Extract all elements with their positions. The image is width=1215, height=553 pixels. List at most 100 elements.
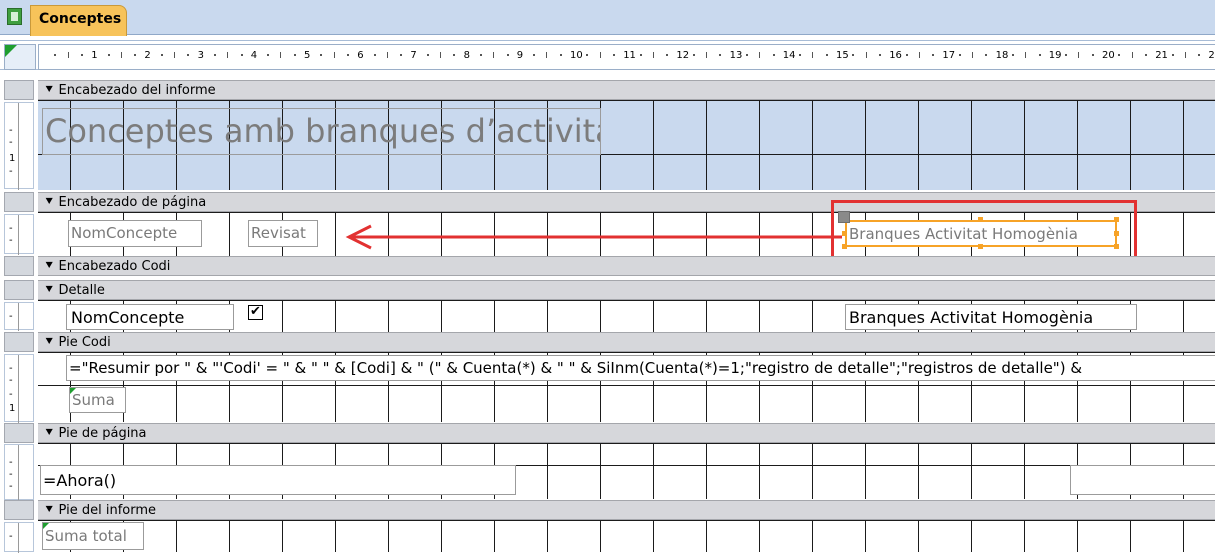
ruler-number: 19 bbox=[1048, 50, 1062, 61]
nomconcepte-header-label[interactable]: NomConcepte bbox=[68, 220, 202, 247]
revisat-header-label[interactable]: Revisat bbox=[248, 220, 318, 247]
report-title-label[interactable]: Conceptes amb branques d’activitat bbox=[42, 108, 601, 155]
branques-header-label[interactable]: Branques Activitat Homogènia bbox=[845, 220, 1117, 247]
grid-line bbox=[38, 352, 1215, 353]
ruler-number: 20 bbox=[1102, 50, 1115, 61]
ruler-tick bbox=[267, 54, 270, 56]
ruler-tick bbox=[426, 54, 429, 56]
ruler-tick bbox=[479, 54, 482, 56]
section-selector-page-footer[interactable] bbox=[4, 423, 34, 443]
ruler-tick bbox=[878, 54, 881, 56]
ruler-tick bbox=[333, 52, 335, 58]
resize-handle[interactable] bbox=[978, 244, 983, 249]
ruler-tick bbox=[586, 54, 589, 56]
resize-handle[interactable] bbox=[1114, 217, 1119, 222]
section-bar-detail[interactable]: ⯆ Detalle bbox=[38, 280, 1215, 300]
ruler-tick bbox=[160, 54, 163, 56]
ruler-tick bbox=[533, 54, 536, 56]
section-label-detail: ⯆ Detalle bbox=[44, 283, 105, 298]
ruler-tick bbox=[1118, 54, 1121, 56]
ruler-tick bbox=[546, 52, 548, 58]
ruler-number: 3 bbox=[197, 50, 204, 61]
resize-handle[interactable] bbox=[842, 244, 847, 249]
section-bar-report-footer[interactable]: ⯆ Pie del informe bbox=[38, 500, 1215, 520]
ruler-tick bbox=[293, 54, 296, 56]
ruler-tick bbox=[1025, 52, 1027, 58]
ruler-tick bbox=[120, 52, 122, 58]
ruler-number: 11 bbox=[623, 50, 636, 61]
nomconcepte-field[interactable]: NomConcepte bbox=[66, 304, 234, 330]
ruler-tick bbox=[54, 54, 57, 56]
page-number-field[interactable] bbox=[1070, 465, 1215, 495]
section-selector-detail[interactable] bbox=[4, 280, 34, 300]
grid-line bbox=[38, 520, 1215, 521]
ruler-tick bbox=[320, 54, 323, 56]
section-bar-report-header[interactable]: ⯆ Encabezado del informe bbox=[38, 80, 1215, 100]
move-handle[interactable] bbox=[838, 211, 850, 223]
section-bar-group-header[interactable]: ⯆ Encabezado Codi bbox=[38, 256, 1215, 276]
section-selector-report-footer[interactable] bbox=[4, 500, 34, 520]
ruler-number: 18 bbox=[995, 50, 1009, 61]
section-selector-group-header[interactable] bbox=[4, 256, 34, 276]
section-selector-group-footer[interactable] bbox=[4, 332, 34, 352]
ruler-number: 10 bbox=[570, 50, 583, 61]
ruler-tick bbox=[745, 54, 748, 56]
grid-line bbox=[38, 100, 1215, 101]
grid-line bbox=[38, 385, 1215, 386]
suma-label[interactable]: Suma bbox=[69, 387, 126, 413]
resize-handle[interactable] bbox=[978, 217, 983, 222]
ruler-number: 12 bbox=[676, 50, 690, 61]
vertical-ruler: - - 1 - - - - - - - 1 - - - - bbox=[4, 80, 34, 553]
ruler-tick bbox=[373, 54, 376, 56]
section-label-group-footer: ⯆ Pie Codi bbox=[44, 335, 111, 350]
suma-total-label[interactable]: Suma total bbox=[42, 522, 144, 550]
section-bar-page-footer[interactable]: ⯆ Pie de página bbox=[38, 423, 1215, 443]
section-selector-report-header[interactable] bbox=[4, 80, 34, 100]
resize-handle[interactable] bbox=[842, 231, 847, 236]
ruler-tick bbox=[599, 52, 601, 58]
tab-conceptes[interactable]: Conceptes bbox=[30, 5, 127, 36]
ruler-tick bbox=[759, 52, 761, 58]
ruler-number: 6 bbox=[357, 50, 364, 61]
ruler-tick bbox=[1198, 54, 1201, 56]
ruler-tick bbox=[958, 54, 961, 56]
ruler-number: 15 bbox=[836, 50, 849, 61]
now-field[interactable]: =Ahora() bbox=[40, 465, 516, 495]
ruler-tick bbox=[932, 54, 935, 56]
report-selector[interactable] bbox=[4, 44, 36, 70]
section-bar-group-footer[interactable]: ⯆ Pie Codi bbox=[38, 332, 1215, 352]
ruler-tick bbox=[107, 54, 110, 56]
vruler-report-footer: - bbox=[4, 522, 34, 553]
ruler-tick bbox=[1011, 54, 1014, 56]
grid-line bbox=[38, 300, 1215, 301]
ruler-tick bbox=[1091, 54, 1094, 56]
section-label-page-header: ⯆ Encabezado de página bbox=[44, 195, 207, 210]
ruler-tick bbox=[346, 54, 349, 56]
branques-field[interactable]: Branques Activitat Homogènia bbox=[845, 304, 1137, 330]
ruler-tick bbox=[1144, 54, 1147, 56]
checkbox-icon[interactable]: ✔ bbox=[248, 305, 263, 320]
ruler-tick bbox=[493, 52, 495, 58]
vruler-group-footer: - - - 1 bbox=[4, 354, 34, 423]
vruler-detail: - bbox=[4, 302, 34, 331]
summary-expression-field[interactable]: ="Resumir por " & "'Codi' = " & " " & [C… bbox=[66, 355, 1215, 381]
ruler-tick bbox=[652, 52, 654, 58]
ruler-tick bbox=[799, 54, 802, 56]
ruler-tick bbox=[1078, 52, 1080, 58]
ruler-tick bbox=[972, 52, 973, 58]
section-selector-page-header[interactable] bbox=[4, 192, 34, 212]
ruler-tick bbox=[825, 54, 828, 56]
ruler-number: 13 bbox=[729, 50, 743, 61]
ruler-tick bbox=[1171, 54, 1174, 56]
report-icon bbox=[7, 8, 22, 25]
resize-handle[interactable] bbox=[1114, 231, 1119, 236]
document-tab-bar bbox=[0, 0, 1215, 35]
ruler-tick bbox=[174, 52, 175, 58]
ruler-tick bbox=[506, 54, 509, 56]
ruler-number: 9 bbox=[516, 50, 524, 61]
ruler-tick bbox=[67, 52, 69, 58]
vruler-page-header: - - bbox=[4, 214, 34, 255]
ruler-tick bbox=[213, 54, 216, 56]
resize-handle[interactable] bbox=[1114, 244, 1119, 249]
ruler-tick bbox=[865, 52, 867, 58]
